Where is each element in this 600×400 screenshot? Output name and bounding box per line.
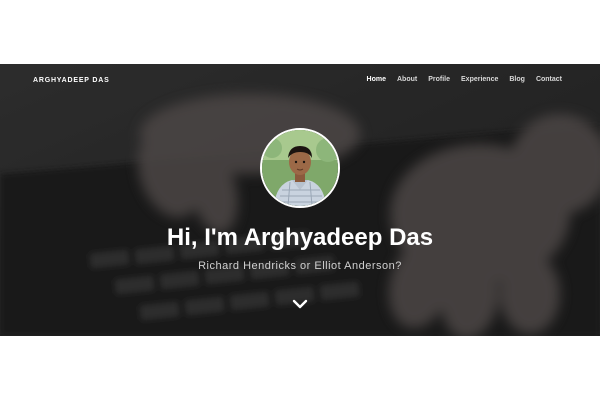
navbar: ARGHYADEEP DAS Home About Profile Experi…	[0, 64, 600, 98]
hero-section: ARGHYADEEP DAS Home About Profile Experi…	[0, 64, 600, 336]
profile-avatar	[260, 128, 340, 208]
avatar-photo	[262, 130, 338, 206]
brand-logo-text[interactable]: ARGHYADEEP DAS	[33, 77, 110, 84]
hero-subtitle: Richard Hendricks or Elliot Anderson?	[198, 260, 402, 272]
page: ARGHYADEEP DAS Home About Profile Experi…	[0, 0, 600, 400]
nav-menu: Home About Profile Experience Blog Conta…	[367, 76, 562, 83]
nav-item-contact[interactable]: Contact	[536, 76, 562, 83]
nav-item-blog[interactable]: Blog	[509, 76, 525, 83]
scroll-down-button[interactable]	[290, 296, 310, 312]
hero-title: Hi, I'm Arghyadeep Das	[166, 224, 434, 251]
nav-item-experience[interactable]: Experience	[461, 76, 498, 83]
nav-item-profile[interactable]: Profile	[428, 76, 450, 83]
nav-item-home[interactable]: Home	[367, 76, 386, 83]
nav-item-about[interactable]: About	[397, 76, 417, 83]
chevron-down-icon	[292, 299, 308, 309]
